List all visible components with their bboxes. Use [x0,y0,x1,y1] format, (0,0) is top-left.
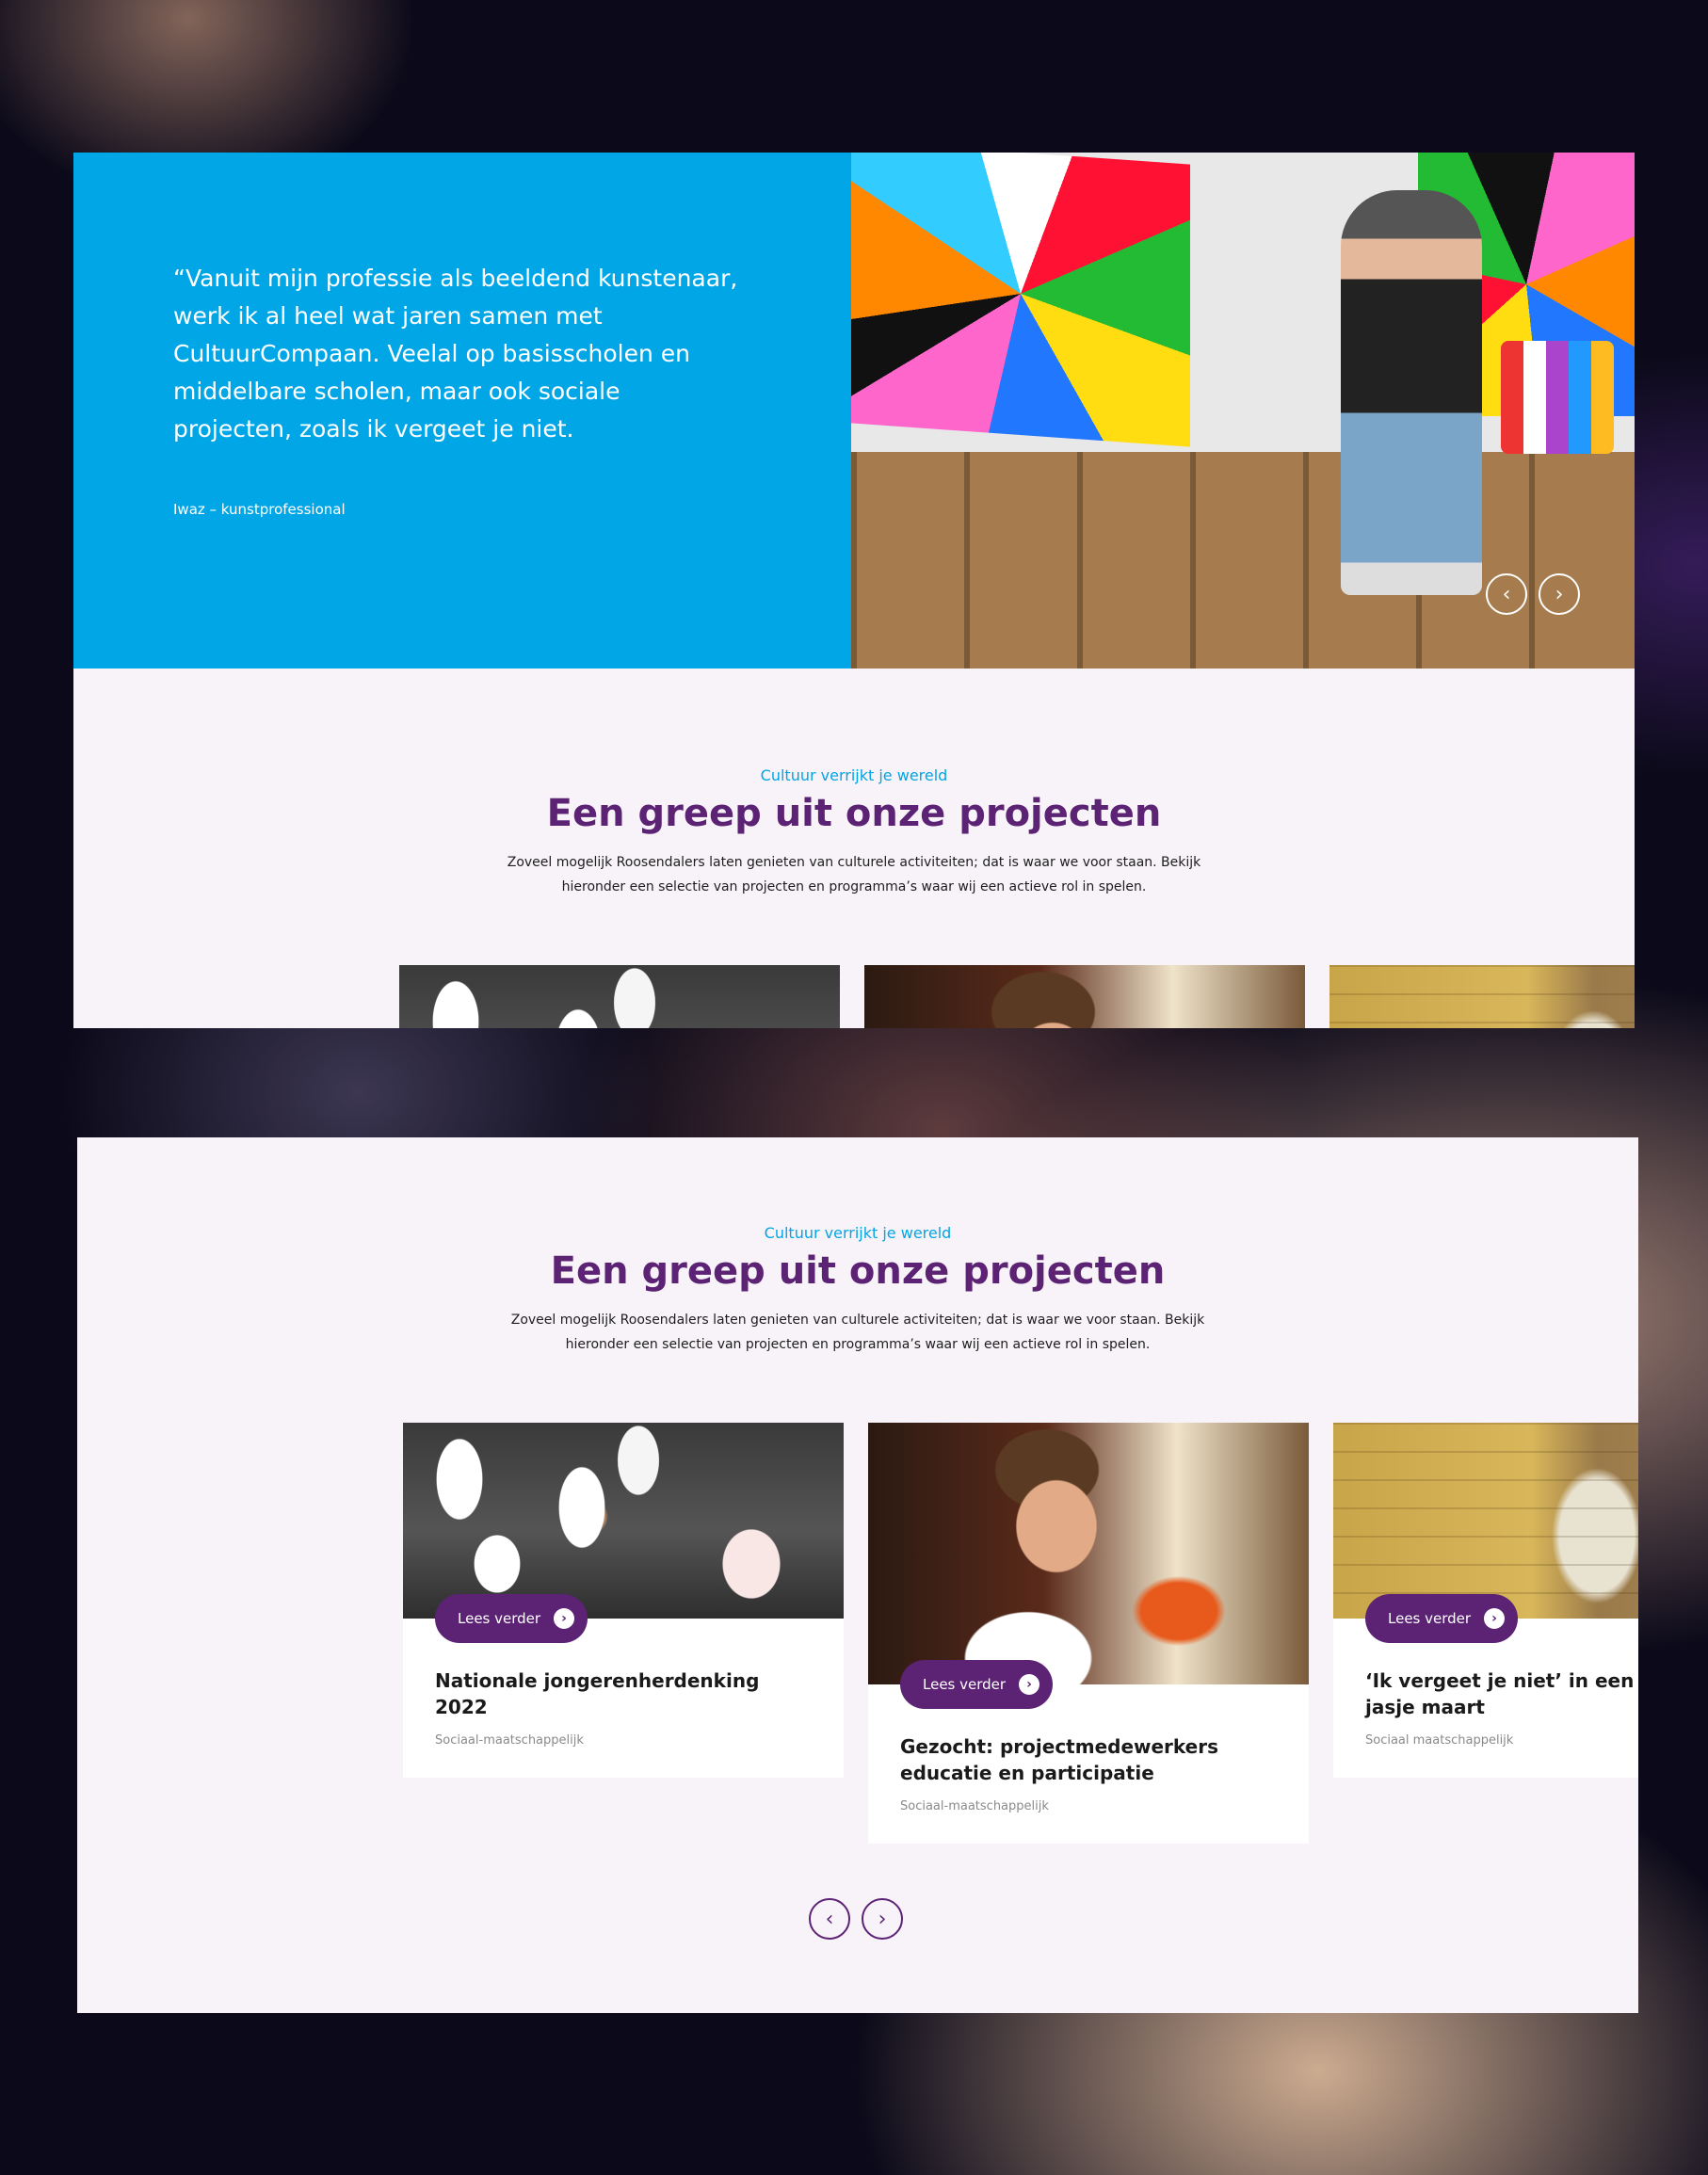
card-image: Lees verder › [868,1423,1309,1709]
chevron-right-icon: › [1484,1608,1506,1629]
read-more-button[interactable]: Lees verder › [900,1660,1054,1709]
card-category: Sociaal maatschappelijk [1365,1733,1514,1748]
artist-figure [1341,190,1482,595]
slider-next-button[interactable]: › [1539,573,1580,615]
projects-title: Een greep uit onze projecten [550,1249,1166,1293]
read-more-label: Lees verder [923,1676,1007,1693]
read-more-label: Lees verder [1388,1610,1472,1627]
project-card-projectmedewerkers[interactable]: Lees verder › Gezocht: projectmedewerker… [868,1423,1309,1844]
card-image [1329,965,1635,1028]
card-image: Lees verder › [1333,1423,1638,1643]
screenshot-bottom: Cultuur verrijkt je wereld Een greep uit… [77,1137,1638,2013]
projects-intro: Zoveel mogelijk Roosendalers laten genie… [507,855,1201,894]
testimonial-section: “Vanuit mijn professie als beeldend kuns… [73,153,1635,669]
project-card[interactable] [1329,965,1635,1028]
card-title[interactable]: ‘Ik vergeet je niet’ in een nieuw jasje … [1365,1668,1638,1720]
projects-title: Een greep uit onze projecten [546,792,1162,835]
testimonial-quote: “Vanuit mijn professie als beeldend kuns… [173,265,738,443]
card-image: Lees verder › [403,1423,844,1643]
read-more-label: Lees verder [458,1610,541,1627]
card-category: Sociaal-maatschappelijk [900,1799,1049,1813]
card-image [864,965,1305,1028]
project-cards-peek [73,965,1635,1028]
project-cards: Lees verder › Nationale jongerenherdenki… [77,1423,1638,1846]
card-category: Sociaal-maatschappelijk [435,1733,584,1748]
card-title[interactable]: Gezocht: projectmedewerkers educatie en … [900,1733,1277,1786]
chevron-right-icon: › [1019,1674,1040,1695]
projects-kicker: Cultuur verrijkt je wereld [764,1224,952,1242]
projects-intro: Zoveel mogelijk Roosendalers laten genie… [510,1313,1205,1352]
slider-prev-button[interactable]: ‹ [1486,573,1527,615]
projects-header: Cultuur verrijkt je wereld Een greep uit… [77,1137,1638,1357]
chevron-right-icon: › [554,1608,575,1629]
artist-photo: ‹ › [851,153,1635,669]
projects-header: Cultuur verrijkt je wereld Een greep uit… [73,669,1635,899]
project-card-jongerenherdenking[interactable]: Lees verder › Nationale jongerenherdenki… [403,1423,844,1778]
project-card[interactable] [864,965,1305,1028]
project-card[interactable] [399,965,840,1028]
painted-canvas [851,153,1190,447]
testimonial-author: Iwaz – kunstprofessional [173,501,346,518]
read-more-button[interactable]: Lees verder › [1365,1594,1519,1643]
screenshot-top: “Vanuit mijn professie als beeldend kuns… [73,153,1635,1028]
projects-kicker: Cultuur verrijkt je wereld [760,766,948,784]
project-card-ik-vergeet-je-niet[interactable]: Lees verder › ‘Ik vergeet je niet’ in ee… [1333,1423,1638,1778]
cards-prev-button[interactable]: ‹ [809,1898,850,1940]
quote-panel: “Vanuit mijn professie als beeldend kuns… [73,153,851,669]
card-title[interactable]: Nationale jongerenherdenking 2022 [435,1668,812,1720]
cards-next-button[interactable]: › [862,1898,903,1940]
read-more-button[interactable]: Lees verder › [435,1594,588,1643]
card-image [399,965,840,1028]
